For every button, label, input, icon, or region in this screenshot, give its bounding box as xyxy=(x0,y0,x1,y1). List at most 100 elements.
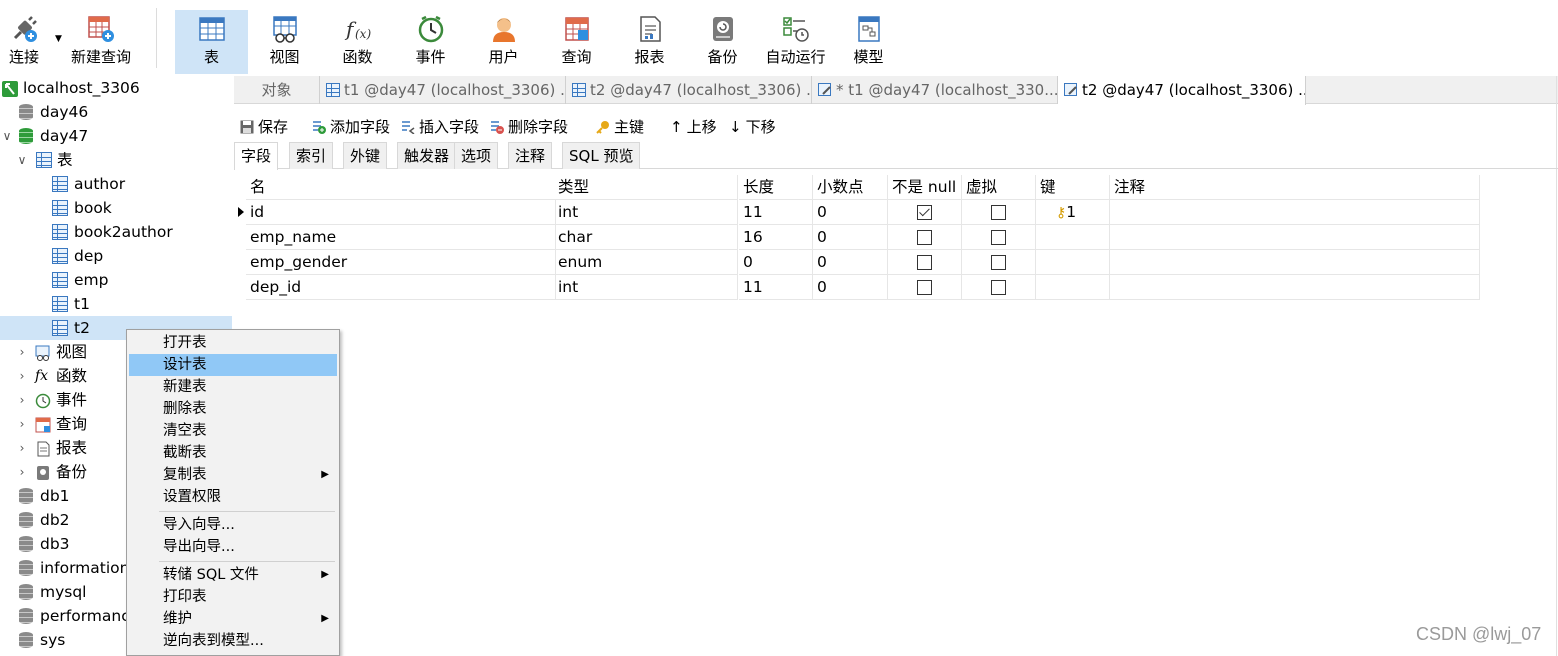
column-header-comment[interactable]: 注释 xyxy=(1110,175,1480,200)
connect-dropdown-icon[interactable]: ▼ xyxy=(55,34,62,44)
tree-item-table-author[interactable]: author xyxy=(0,172,232,196)
toolbar-table-button[interactable]: 表 xyxy=(175,10,248,74)
tree-item-tables-group[interactable]: ∨ 表 xyxy=(0,148,232,172)
toolbar-backup-button[interactable]: 备份 xyxy=(686,10,759,74)
tab-foreign-keys[interactable]: 外键 xyxy=(343,142,388,169)
menu-item-design-table[interactable]: 设计表 xyxy=(129,354,337,376)
column-header-virtual[interactable]: 虚拟 xyxy=(962,175,1036,200)
toolbar-event-button[interactable]: 事件 xyxy=(394,10,467,74)
tab-sql-preview[interactable]: SQL 预览 xyxy=(562,142,641,169)
delete-field-button[interactable]: 删除字段 xyxy=(490,113,568,141)
tree-item-table-dep[interactable]: dep xyxy=(0,244,232,268)
field-length-cell[interactable]: 16 xyxy=(739,225,813,250)
field-comment-cell[interactable] xyxy=(1110,225,1480,250)
field-decimals-cell[interactable]: 0 xyxy=(813,275,888,300)
chevron-down-icon[interactable]: ∨ xyxy=(0,124,14,148)
not-null-checkbox[interactable] xyxy=(917,255,932,270)
virtual-checkbox[interactable] xyxy=(991,255,1006,270)
insert-field-button[interactable]: 插入字段 xyxy=(401,113,479,141)
field-type-cell[interactable]: char xyxy=(554,225,738,250)
key-cell[interactable] xyxy=(1036,275,1110,300)
tab-t1-data[interactable]: t1 @day47 (localhost_3306) ... xyxy=(320,76,566,104)
toolbar-report-button[interactable]: 报表 xyxy=(613,10,686,74)
menu-item-print-table[interactable]: 打印表 xyxy=(129,586,337,608)
virtual-checkbox[interactable] xyxy=(991,230,1006,245)
field-comment-cell[interactable] xyxy=(1110,200,1480,225)
toolbar-function-button[interactable]: f (x) 函数 xyxy=(321,10,394,74)
add-field-button[interactable]: 添加字段 xyxy=(312,113,390,141)
tab-t2-data[interactable]: t2 @day47 (localhost_3306) ... xyxy=(566,76,812,104)
chevron-right-icon[interactable]: › xyxy=(15,412,29,436)
tab-fields[interactable]: 字段 xyxy=(234,142,279,170)
menu-item-truncate-table[interactable]: 截断表 xyxy=(129,442,337,464)
new-query-button[interactable]: 新建查询 xyxy=(68,10,134,74)
not-null-checkbox[interactable] xyxy=(917,205,932,220)
column-header-length[interactable]: 长度 xyxy=(739,175,813,200)
toolbar-query-button[interactable]: 查询 xyxy=(540,10,613,74)
column-header-name[interactable]: 名 xyxy=(246,175,556,200)
tree-item-db-day46[interactable]: day46 xyxy=(0,100,232,124)
tab-comments[interactable]: 注释 xyxy=(508,142,553,169)
menu-item-dump-sql[interactable]: 转储 SQL 文件 ▶ xyxy=(129,564,337,586)
toolbar-view-button[interactable]: 视图 xyxy=(248,10,321,74)
field-type-cell[interactable]: int xyxy=(554,200,738,225)
field-name-cell[interactable]: emp_name xyxy=(246,225,556,250)
tree-item-table-emp[interactable]: emp xyxy=(0,268,232,292)
field-name-cell[interactable]: id xyxy=(246,200,556,225)
key-cell[interactable] xyxy=(1036,225,1110,250)
chevron-right-icon[interactable]: › xyxy=(15,388,29,412)
menu-item-import-wizard[interactable]: 导入向导... xyxy=(129,514,337,536)
virtual-checkbox[interactable] xyxy=(991,205,1006,220)
menu-item-empty-table[interactable]: 清空表 xyxy=(129,420,337,442)
move-up-button[interactable]: ↑ 上移 xyxy=(670,113,717,141)
column-header-not-null[interactable]: 不是 null xyxy=(888,175,962,200)
field-decimals-cell[interactable]: 0 xyxy=(813,250,888,275)
connect-button[interactable]: 连接 xyxy=(2,10,46,74)
menu-item-duplicate-table[interactable]: 复制表 ▶ xyxy=(129,464,337,486)
chevron-right-icon[interactable]: › xyxy=(15,364,29,388)
virtual-checkbox[interactable] xyxy=(991,280,1006,295)
primary-key-button[interactable]: 主键 xyxy=(596,113,644,141)
field-length-cell[interactable]: 11 xyxy=(739,200,813,225)
tab-t2-design[interactable]: t2 @day47 (localhost_3306) ... xyxy=(1058,76,1306,105)
chevron-right-icon[interactable]: › xyxy=(15,460,29,484)
field-name-cell[interactable]: dep_id xyxy=(246,275,556,300)
field-length-cell[interactable]: 0 xyxy=(739,250,813,275)
tab-triggers[interactable]: 触发器 xyxy=(397,142,457,169)
tab-indexes[interactable]: 索引 xyxy=(289,142,334,169)
tree-item-connection[interactable]: localhost_3306 xyxy=(0,76,232,100)
menu-item-export-wizard[interactable]: 导出向导... xyxy=(129,536,337,558)
field-decimals-cell[interactable]: 0 xyxy=(813,225,888,250)
chevron-down-icon[interactable]: ∨ xyxy=(15,148,29,172)
chevron-right-icon[interactable]: › xyxy=(15,436,29,460)
menu-item-permissions[interactable]: 设置权限 xyxy=(129,486,337,508)
toolbar-automation-button[interactable]: 自动运行 xyxy=(759,10,832,74)
column-header-type[interactable]: 类型 xyxy=(554,175,738,200)
field-comment-cell[interactable] xyxy=(1110,250,1480,275)
column-header-key[interactable]: 键 xyxy=(1036,175,1110,200)
chevron-right-icon[interactable]: › xyxy=(15,340,29,364)
field-comment-cell[interactable] xyxy=(1110,275,1480,300)
toolbar-model-button[interactable]: 模型 xyxy=(832,10,905,74)
tab-options[interactable]: 选项 xyxy=(454,142,499,169)
field-decimals-cell[interactable]: 0 xyxy=(813,200,888,225)
field-length-cell[interactable]: 11 xyxy=(739,275,813,300)
move-down-button[interactable]: ↓ 下移 xyxy=(729,113,776,141)
tab-objects[interactable]: 对象 xyxy=(234,76,320,104)
toolbar-user-button[interactable]: 用户 xyxy=(467,10,540,74)
not-null-checkbox[interactable] xyxy=(917,280,932,295)
field-type-cell[interactable]: enum xyxy=(554,250,738,275)
menu-item-maintain[interactable]: 维护 ▶ xyxy=(129,608,337,630)
menu-item-open-table[interactable]: 打开表 xyxy=(129,332,337,354)
save-button[interactable]: 保存 xyxy=(240,113,288,141)
tree-item-table-book2author[interactable]: book2author xyxy=(0,220,232,244)
field-type-cell[interactable]: int xyxy=(554,275,738,300)
menu-item-new-table[interactable]: 新建表 xyxy=(129,376,337,398)
key-cell[interactable] xyxy=(1036,250,1110,275)
not-null-checkbox[interactable] xyxy=(917,230,932,245)
tree-item-table-t1[interactable]: t1 xyxy=(0,292,232,316)
tree-item-table-book[interactable]: book xyxy=(0,196,232,220)
tab-t1-design[interactable]: * t1 @day47 (localhost_330... xyxy=(812,76,1058,104)
tree-item-db-day47[interactable]: ∨ day47 xyxy=(0,124,232,148)
column-header-decimals[interactable]: 小数点 xyxy=(813,175,888,200)
